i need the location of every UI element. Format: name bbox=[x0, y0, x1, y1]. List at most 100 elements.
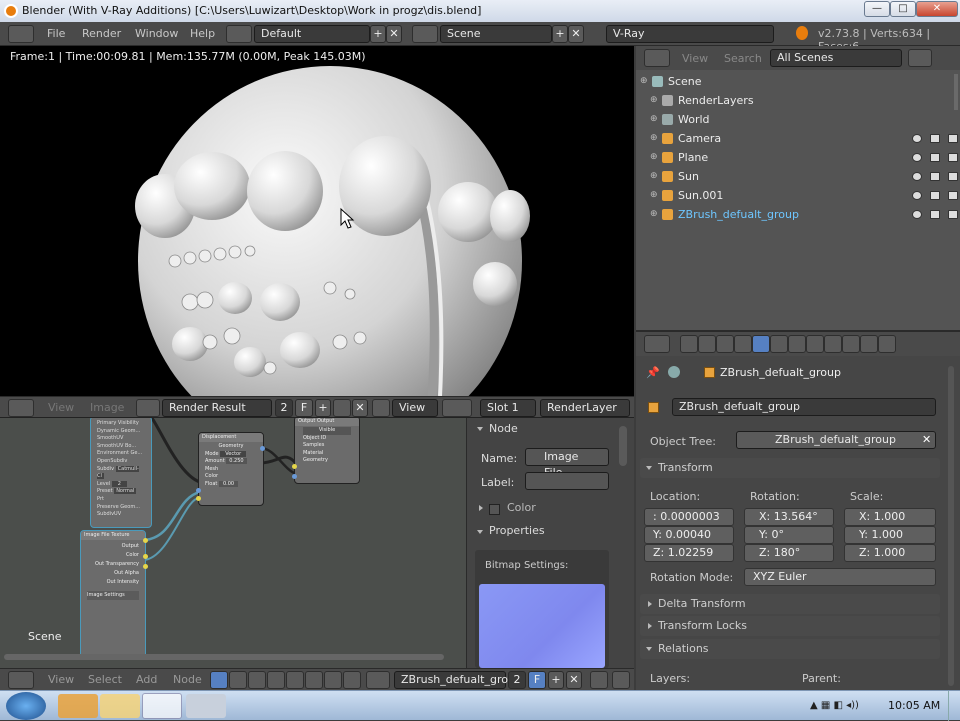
taskbar-explorer-icon[interactable] bbox=[100, 694, 140, 718]
horizontal-scrollbar[interactable] bbox=[4, 654, 444, 660]
clear-icon[interactable]: ✕ bbox=[922, 433, 931, 446]
socket[interactable] bbox=[143, 554, 148, 559]
minimize-button[interactable]: — bbox=[864, 1, 890, 17]
node-tree-unlink-button[interactable]: ✕ bbox=[566, 671, 582, 689]
scene-icon[interactable] bbox=[412, 25, 438, 43]
world-context-icon[interactable] bbox=[734, 335, 752, 353]
outliner-item-sun-001[interactable]: ⊕ Sun.001 bbox=[636, 186, 960, 205]
pin-icon[interactable] bbox=[590, 671, 608, 689]
start-button[interactable] bbox=[6, 692, 46, 720]
outliner-search-menu[interactable]: Search bbox=[724, 52, 762, 65]
particles-context-icon[interactable] bbox=[860, 335, 878, 353]
node-add-menu[interactable]: Add bbox=[136, 673, 157, 686]
physics-context-icon[interactable] bbox=[878, 335, 896, 353]
delete-scene-button[interactable]: ✕ bbox=[568, 25, 584, 43]
expand-icon[interactable]: ⊕ bbox=[650, 129, 658, 148]
menu-file[interactable]: File bbox=[47, 27, 65, 40]
location-y-field[interactable]: Y: 0.00040 bbox=[644, 526, 734, 544]
render-layers-context-icon[interactable] bbox=[698, 335, 716, 353]
node-color-title[interactable]: Color bbox=[507, 501, 536, 514]
world-icon[interactable] bbox=[286, 671, 304, 689]
pin-icon[interactable]: 📌 bbox=[646, 366, 660, 379]
editor-type-node-icon[interactable] bbox=[8, 671, 34, 689]
constraints-context-icon[interactable] bbox=[770, 335, 788, 353]
collapse-icon[interactable] bbox=[477, 530, 483, 534]
taskbar-clock[interactable]: 10:05 AM bbox=[888, 699, 940, 712]
expand-icon[interactable]: ⊕ bbox=[640, 72, 648, 91]
rotation-y-field[interactable]: Y: 0° bbox=[744, 526, 834, 544]
render-camera-icon[interactable] bbox=[948, 134, 958, 143]
texture-context-icon[interactable] bbox=[842, 335, 860, 353]
node4-level-field[interactable]: 2 bbox=[111, 480, 127, 487]
vertical-scrollbar[interactable] bbox=[619, 426, 627, 466]
object-name-field[interactable]: ZBrush_defualt_group bbox=[672, 398, 936, 416]
node-tree-fake-user-button[interactable]: F bbox=[528, 671, 546, 689]
location-x-field[interactable]: : 0.0000003 bbox=[644, 508, 734, 526]
node-tree-browse-icon[interactable] bbox=[366, 671, 390, 689]
expand-icon[interactable]: ⊕ bbox=[650, 91, 658, 110]
expand-icon[interactable]: ⊕ bbox=[650, 186, 658, 205]
selectable-cursor-icon[interactable] bbox=[930, 134, 940, 143]
delete-layout-button[interactable]: ✕ bbox=[386, 25, 402, 43]
screen-layout-field[interactable]: Default bbox=[254, 25, 370, 43]
node-label-field[interactable] bbox=[525, 472, 609, 490]
taskbar-app-icon[interactable] bbox=[186, 694, 226, 718]
render-layer-select[interactable]: RenderLayer bbox=[540, 399, 630, 417]
tray-icons[interactable]: ▲ ▦ ◧ ◂)) bbox=[810, 700, 859, 711]
expand-icon[interactable]: ⊕ bbox=[650, 148, 658, 167]
open-image-icon[interactable] bbox=[333, 399, 351, 417]
show-desktop-button[interactable] bbox=[948, 691, 960, 721]
checker-icon[interactable] bbox=[305, 671, 323, 689]
menu-help[interactable]: Help bbox=[190, 27, 215, 40]
selectable-cursor-icon[interactable] bbox=[930, 153, 940, 162]
render-camera-icon[interactable] bbox=[948, 210, 958, 219]
outliner-item-plane[interactable]: ⊕ Plane bbox=[636, 148, 960, 167]
visibility-eye-icon[interactable] bbox=[912, 191, 922, 200]
expand-icon[interactable] bbox=[479, 505, 483, 511]
expand-icon[interactable]: ⊕ bbox=[650, 205, 658, 224]
transform-panel-header[interactable]: Transform bbox=[640, 458, 940, 478]
node-node-menu[interactable]: Node bbox=[173, 673, 202, 686]
menu-render[interactable]: Render bbox=[82, 27, 121, 40]
outliner-item-camera[interactable]: ⊕ Camera bbox=[636, 129, 960, 148]
object-tree-field[interactable]: ZBrush_defualt_group bbox=[736, 431, 936, 449]
outliner-scrollbar[interactable] bbox=[954, 74, 958, 110]
transform-locks-panel-header[interactable]: Transform Locks bbox=[640, 616, 940, 636]
socket[interactable] bbox=[143, 564, 148, 569]
render-camera-icon[interactable] bbox=[948, 153, 958, 162]
socket[interactable] bbox=[292, 464, 297, 469]
scene-context-icon[interactable] bbox=[716, 335, 734, 353]
object-data-icon[interactable] bbox=[267, 671, 285, 689]
add-layout-button[interactable]: + bbox=[370, 25, 386, 43]
node-displacement[interactable]: Displacement Geometry Mode Vector Amount… bbox=[198, 432, 264, 506]
maximize-button[interactable]: □ bbox=[890, 1, 916, 17]
outliner-view-menu[interactable]: View bbox=[682, 52, 708, 65]
texture-tree-icon[interactable] bbox=[248, 671, 266, 689]
expand-icon[interactable]: ⊕ bbox=[650, 110, 658, 129]
light-icon[interactable] bbox=[343, 671, 361, 689]
outliner-item-world[interactable]: ⊕ World bbox=[636, 110, 960, 129]
node-select-menu[interactable]: Select bbox=[88, 673, 122, 686]
parent-node-tree-icon[interactable] bbox=[612, 671, 630, 689]
image-browse-icon[interactable] bbox=[136, 399, 160, 417]
node1-float-field[interactable]: 0.00 bbox=[218, 480, 239, 487]
rotation-z-field[interactable]: Z: 180° bbox=[744, 544, 834, 562]
node-panel-title[interactable]: Node bbox=[489, 422, 518, 435]
editor-type-properties-icon[interactable] bbox=[644, 335, 670, 353]
visibility-eye-icon[interactable] bbox=[912, 172, 922, 181]
rotation-x-field[interactable]: X: 13.564° bbox=[744, 508, 834, 526]
visibility-eye-icon[interactable] bbox=[912, 153, 922, 162]
socket[interactable] bbox=[143, 538, 148, 543]
render-context-icon[interactable] bbox=[680, 335, 698, 353]
node-tree-new-button[interactable]: + bbox=[548, 671, 564, 689]
modifiers-context-icon[interactable] bbox=[788, 335, 806, 353]
image-view-menu[interactable]: View bbox=[48, 401, 74, 414]
editor-type-info-icon[interactable] bbox=[8, 25, 34, 43]
layers-icon[interactable] bbox=[324, 671, 342, 689]
visibility-eye-icon[interactable] bbox=[912, 210, 922, 219]
scale-x-field[interactable]: X: 1.000 bbox=[844, 508, 936, 526]
outliner-item-sun[interactable]: ⊕ Sun bbox=[636, 167, 960, 186]
add-scene-button[interactable]: + bbox=[552, 25, 568, 43]
object-context-icon[interactable] bbox=[752, 335, 770, 353]
image-image-menu[interactable]: Image bbox=[90, 401, 124, 414]
